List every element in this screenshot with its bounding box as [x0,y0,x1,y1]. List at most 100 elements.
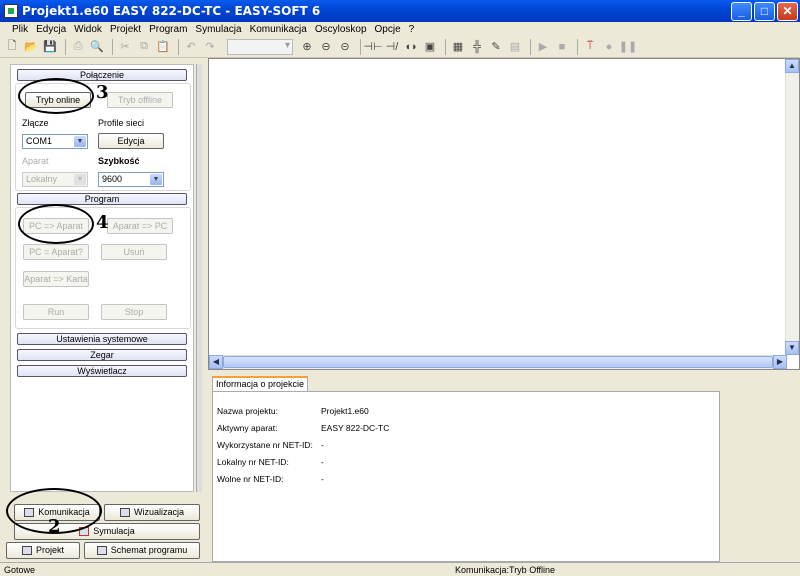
function-block-icon[interactable]: ▣ [422,39,438,55]
speed-select[interactable]: 9600 ▼ [98,172,164,187]
network-icon[interactable]: ⍡ [582,39,598,55]
paste-icon[interactable]: 📋 [155,39,171,55]
system-settings-header[interactable]: Ustawienia systemowe [17,333,187,345]
offline-mode-button[interactable]: Tryb offline [107,92,173,108]
clock-header[interactable]: Zegar [17,349,187,361]
tab-program-diagram-label: Schemat programu [110,545,188,555]
zoom-fit-icon[interactable]: ⊝ [337,39,353,55]
menu-help[interactable]: ? [409,24,415,35]
horizontal-scrollbar[interactable]: ◀ ▶ [209,355,787,369]
info-value: EASY 822-DC-TC [321,423,390,433]
info-value: Projekt1.e60 [321,406,369,416]
window-title: Projekt1.e60 EASY 822-DC-TC - EASY-SOFT … [22,4,321,18]
contact-nc-icon[interactable]: ⊣/ [384,39,400,55]
table-icon[interactable]: ▤ [507,39,523,55]
open-folder-icon[interactable]: 📂 [23,39,39,55]
scroll-thumb[interactable] [223,356,773,368]
scroll-down-icon[interactable]: ▼ [785,341,799,355]
chevron-down-icon: ▼ [74,174,86,185]
info-row: Nazwa projektu: Projekt1.e60 [217,406,369,416]
zoom-in-icon[interactable]: ⊕ [299,39,315,55]
copy-icon[interactable]: ⧉ [136,39,152,55]
menu-bar: Plik Edycja Widok Projekt Program Symula… [0,22,800,36]
tab-project[interactable]: Projekt [6,542,80,559]
tab-visualization[interactable]: Wizualizacja [104,504,200,521]
status-ready: Gotowe [4,565,36,575]
menu-widok[interactable]: Widok [74,24,102,35]
minimize-button[interactable]: _ [731,1,752,21]
redo-icon[interactable]: ↷ [202,39,218,55]
toolbar: 🗋 📂 💾 ⎙ 🔍 ✂ ⧉ 📋 ↶ ↷ ⊕ ⊖ ⊝ ⊣⊢ ⊣/ ◖◗ ▣ ▦ ╬… [0,36,800,58]
compare-button[interactable]: PC = Aparat? [23,244,89,260]
chevron-down-icon: ▼ [74,136,86,147]
play-icon[interactable]: ▶ [535,39,551,55]
device-to-card-button[interactable]: Aparat => Karta [23,271,89,287]
coil-icon[interactable]: ◖◗ [403,39,419,55]
toolbar-separator [65,38,66,55]
info-row: Aktywny aparat: EASY 822-DC-TC [217,423,389,433]
grid-icon[interactable]: ▦ [450,39,466,55]
tab-project-info[interactable]: Informacja o projekcie [212,376,308,392]
print-preview-icon[interactable]: 🔍 [89,39,105,55]
wiring-icon[interactable]: ╬ [469,39,485,55]
menu-oscyloskop[interactable]: Oscyloskop [315,24,367,35]
save-icon[interactable]: 💾 [42,39,58,55]
speed-value: 9600 [102,174,123,184]
display-header[interactable]: Wyświetlacz [17,365,187,377]
panel-splitter[interactable] [196,64,202,492]
toolbar-separator [178,38,179,55]
toolbar-separator [112,38,113,55]
new-file-icon[interactable]: 🗋 [4,39,20,55]
menu-opcje[interactable]: Opcje [375,24,401,35]
menu-projekt[interactable]: Projekt [110,24,141,35]
tab-program-diagram[interactable]: Schemat programu [84,542,200,559]
maximize-button[interactable]: □ [754,1,775,21]
info-row: Lokalny nr NET-ID: - [217,457,324,467]
info-key: Wykorzystane nr NET-ID: [217,440,313,450]
diagram-icon [96,546,107,555]
callout-number-2: 2 [48,516,61,537]
project-icon [21,546,32,555]
undo-icon[interactable]: ↶ [183,39,199,55]
program-header[interactable]: Program [17,193,187,205]
delete-button[interactable]: Usuń [101,244,167,260]
record-icon[interactable]: ● [601,39,617,55]
highlight-icon[interactable]: ✎ [488,39,504,55]
info-row: Wykorzystane nr NET-ID: - [217,440,324,450]
communication-pane: Połączenie Tryb online Tryb offline Złąc… [10,64,194,492]
scroll-right-icon[interactable]: ▶ [773,355,787,369]
scroll-up-icon[interactable]: ▲ [785,59,799,73]
device-label: Aparat [22,156,49,166]
device-to-pc-button[interactable]: Aparat => PC [107,218,173,234]
menu-edycja[interactable]: Edycja [36,24,66,35]
run-button[interactable]: Run [23,304,89,320]
cut-icon[interactable]: ✂ [117,39,133,55]
menu-plik[interactable]: Plik [12,24,28,35]
profiles-label: Profile sieci [98,118,145,128]
app-icon [4,4,18,18]
left-panel: Połączenie Tryb online Tryb offline Złąc… [4,60,204,560]
scroll-left-icon[interactable]: ◀ [209,355,223,369]
port-select[interactable]: COM1 ▼ [22,134,88,149]
pause-icon[interactable]: ❚❚ [619,39,637,55]
close-button[interactable]: ✕ [777,1,798,21]
project-info-panel: Informacja o projekcie Nazwa projektu: P… [208,374,800,562]
device-select[interactable]: Lokalny ▼ [22,172,88,187]
stop-button[interactable]: Stop [101,304,167,320]
info-value: - [321,440,324,450]
menu-symulacja[interactable]: Symulacja [195,24,241,35]
menu-program[interactable]: Program [149,24,187,35]
edit-profile-button[interactable]: Edycja [98,133,164,149]
print-icon[interactable]: ⎙ [70,39,86,55]
menu-komunikacja[interactable]: Komunikacja [250,24,307,35]
program-canvas[interactable]: ▲ ▼ ◀ ▶ [208,58,800,370]
info-value: - [321,474,324,484]
status-communication: Komunikacja:Tryb Offline [455,565,556,575]
stop-icon[interactable]: ■ [554,39,570,55]
zoom-combo[interactable] [227,38,293,55]
contact-no-icon[interactable]: ⊣⊢ [363,39,382,55]
device-value: Lokalny [26,174,58,184]
monitor-icon [119,508,130,517]
vertical-scrollbar[interactable]: ▲ ▼ [785,59,799,355]
zoom-out-icon[interactable]: ⊖ [318,39,334,55]
